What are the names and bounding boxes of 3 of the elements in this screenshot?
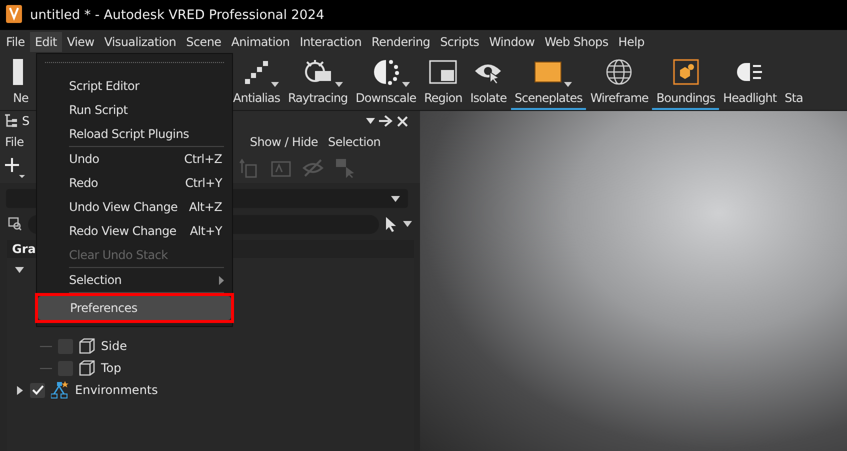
column-header: Gra — [12, 242, 36, 256]
panel-title: S — [22, 114, 30, 128]
window-title: untitled * - Autodesk VRED Professional 2024 — [30, 8, 324, 22]
